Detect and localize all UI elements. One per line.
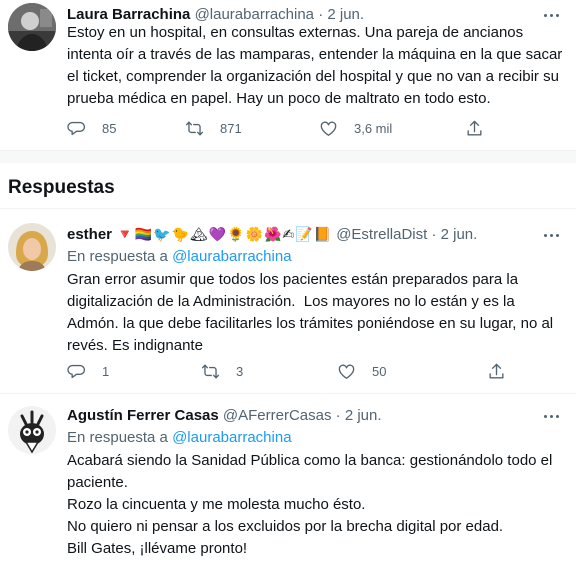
separator: · <box>431 226 437 243</box>
author-name[interactable]: esther <box>67 226 112 243</box>
tweet-date[interactable]: 2 jun. <box>345 407 382 424</box>
reply-icon <box>67 119 86 138</box>
like-button[interactable]: 50 <box>337 361 487 381</box>
author-emojis: 🔻🏳️‍🌈🐦🐤🏔💜🌻🌼🌺✍📝📙 <box>116 227 333 243</box>
more-icon[interactable] <box>540 406 562 426</box>
tweet-text: Gran error asumir que todos los paciente… <box>67 271 558 354</box>
share-icon <box>487 362 506 381</box>
avatar-image <box>8 3 56 51</box>
retweet-icon <box>201 362 220 381</box>
share-button[interactable] <box>465 118 500 138</box>
retweet-button[interactable]: 3 <box>201 361 337 381</box>
separator: · <box>335 407 341 424</box>
reply-to-link[interactable]: @laurabarrachina <box>172 429 291 446</box>
reply-prefix: En respuesta a <box>67 429 168 446</box>
reply-tweet[interactable]: esther 🔻🏳️‍🌈🐦🐤🏔💜🌻🌼🌺✍📝📙 @EstrellaDist · 2… <box>0 209 576 394</box>
like-button[interactable]: 3,6 mil <box>319 118 465 138</box>
retweet-button[interactable]: 871 <box>185 118 319 138</box>
tweet-date[interactable]: 2 jun. <box>327 6 364 23</box>
author-name[interactable]: Laura Barrachina <box>67 6 190 23</box>
reply-button[interactable]: 85 <box>67 118 185 138</box>
reply-context: En respuesta a @laurabarrachina <box>67 428 292 448</box>
tweet-text: Acabará siendo la Sanidad Pública como l… <box>67 452 553 557</box>
retweet-count: 871 <box>220 120 242 136</box>
author-handle[interactable]: @AFerrerCasas <box>223 407 332 424</box>
reply-icon <box>67 362 86 381</box>
reply-count: 1 <box>102 363 110 379</box>
author-handle[interactable]: @laurabarrachina <box>195 6 314 23</box>
avatar[interactable] <box>8 223 56 271</box>
avatar-image <box>8 223 56 271</box>
avatar[interactable] <box>8 406 56 454</box>
replies-heading: Respuestas <box>8 177 115 198</box>
reply-to-link[interactable]: @laurabarrachina <box>172 248 291 265</box>
reply-context: En respuesta a @laurabarrachina <box>67 247 292 267</box>
reply-tweet[interactable]: Agustín Ferrer Casas @AFerrerCasas · 2 j… <box>0 394 576 568</box>
share-icon <box>465 119 484 138</box>
section-gap <box>0 151 576 163</box>
retweet-icon <box>185 119 204 138</box>
tweet-date[interactable]: 2 jun. <box>441 226 478 243</box>
reply-button[interactable]: 1 <box>67 361 201 381</box>
heart-icon <box>319 119 338 138</box>
author-name[interactable]: Agustín Ferrer Casas <box>67 407 219 424</box>
reply-prefix: En respuesta a <box>67 248 168 265</box>
avatar-image <box>8 406 56 454</box>
author-handle[interactable]: @EstrellaDist <box>336 226 427 243</box>
share-button[interactable] <box>487 361 522 381</box>
like-count: 50 <box>372 363 387 379</box>
retweet-count: 3 <box>236 363 244 379</box>
avatar[interactable] <box>8 3 56 51</box>
main-tweet[interactable]: Laura Barrachina @laurabarrachina · 2 ju… <box>0 0 576 150</box>
separator: · <box>318 6 324 23</box>
like-count: 3,6 mil <box>354 120 393 136</box>
more-icon[interactable] <box>540 225 562 245</box>
tweet-text: Estoy en un hospital, en consultas exter… <box>67 24 567 107</box>
reply-count: 85 <box>102 120 117 136</box>
heart-icon <box>337 362 356 381</box>
